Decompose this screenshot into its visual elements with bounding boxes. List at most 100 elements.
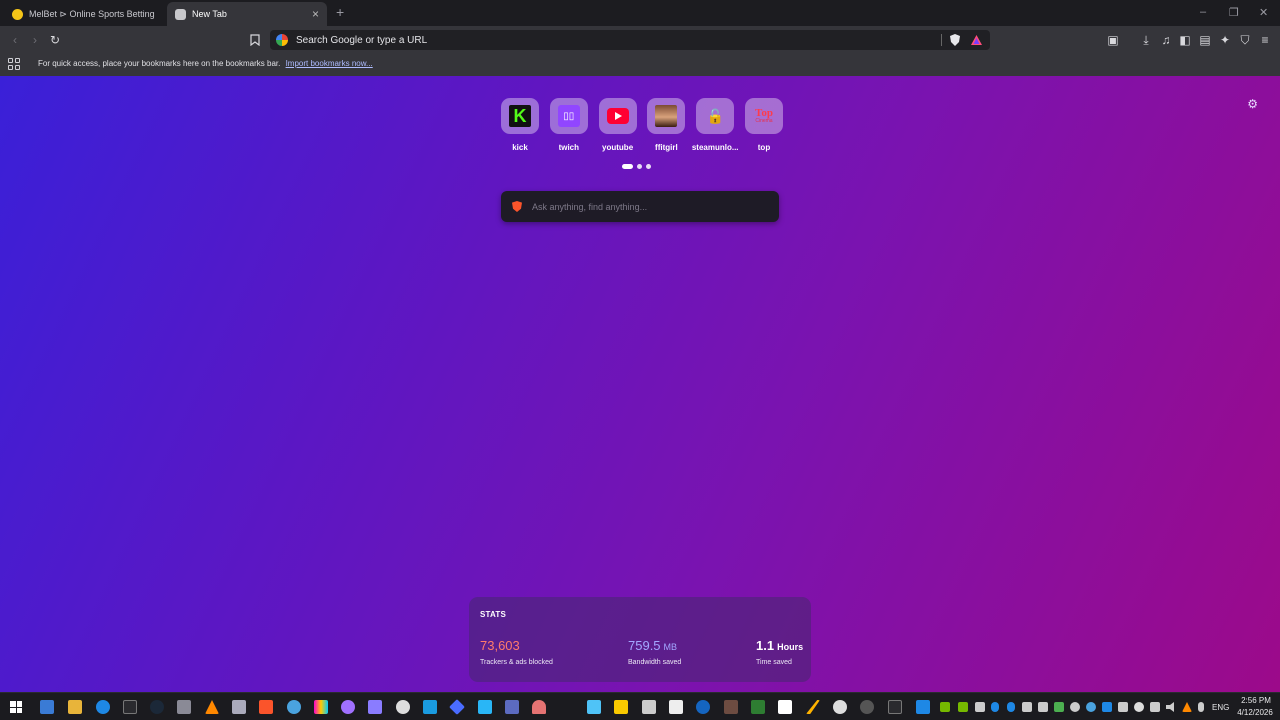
app-icon[interactable] bbox=[314, 700, 328, 714]
tab-new-tab[interactable]: New Tab × bbox=[167, 2, 327, 26]
reload-icon[interactable]: ↻ bbox=[48, 33, 62, 47]
gear-icon[interactable]: ⚙ bbox=[1247, 97, 1258, 111]
steam-icon[interactable] bbox=[150, 700, 164, 714]
leo-ai-icon[interactable]: ✦ bbox=[1218, 33, 1232, 47]
brave-browser-icon[interactable] bbox=[259, 700, 273, 714]
page-dot[interactable] bbox=[646, 164, 651, 169]
ea-icon[interactable] bbox=[696, 700, 710, 714]
gamepad-icon[interactable] bbox=[368, 700, 382, 714]
rockstar-icon[interactable] bbox=[614, 700, 628, 714]
tray-icon[interactable] bbox=[975, 702, 985, 712]
top-site-ffitgirl[interactable]: ffitgirl bbox=[643, 98, 689, 152]
app-icon[interactable] bbox=[642, 700, 656, 714]
restore-button[interactable]: ❐ bbox=[1229, 6, 1239, 19]
app-icon[interactable] bbox=[287, 700, 301, 714]
site-tile bbox=[647, 98, 686, 134]
bookmark-icon[interactable] bbox=[248, 33, 262, 47]
file-explorer-icon[interactable] bbox=[68, 700, 82, 714]
windows-start-icon[interactable] bbox=[10, 701, 22, 713]
apps-grid-icon[interactable] bbox=[8, 58, 20, 70]
back-arrow-icon[interactable]: ‹ bbox=[8, 33, 22, 47]
nvidia-tray-icon[interactable] bbox=[940, 702, 950, 712]
stat-label: Trackers & ads blocked bbox=[480, 659, 553, 666]
stat-value: 1.1 bbox=[756, 638, 775, 653]
app-icon[interactable] bbox=[478, 700, 492, 714]
page-dot[interactable] bbox=[637, 164, 642, 169]
top-site-steamunlocked[interactable]: 🔓 steamunlo... bbox=[692, 98, 739, 152]
tray-icon[interactable] bbox=[1102, 702, 1112, 712]
app-icon[interactable] bbox=[532, 700, 546, 714]
site-name: top bbox=[757, 143, 771, 152]
app-icon[interactable] bbox=[396, 700, 410, 714]
microphone-icon[interactable] bbox=[1198, 702, 1204, 712]
bluetooth-icon[interactable] bbox=[1007, 702, 1015, 712]
minimize-button[interactable]: – bbox=[1200, 6, 1206, 18]
stat-bandwidth: 759.5 MB Bandwidth saved bbox=[628, 637, 681, 667]
brave-favicon-icon bbox=[175, 8, 186, 20]
tray-icon[interactable] bbox=[1118, 702, 1128, 712]
tray-icon[interactable] bbox=[1086, 702, 1096, 712]
new-tab-button[interactable]: + bbox=[336, 4, 344, 20]
app-icon[interactable] bbox=[232, 700, 246, 714]
app-icon[interactable] bbox=[751, 700, 765, 714]
menu-icon[interactable]: ≡ bbox=[1258, 33, 1272, 47]
close-window-button[interactable]: ✕ bbox=[1259, 6, 1268, 19]
app-icon[interactable] bbox=[505, 700, 519, 714]
vlc-icon[interactable] bbox=[205, 700, 219, 714]
close-tab-icon[interactable]: × bbox=[312, 7, 319, 21]
top-site-youtube[interactable]: youtube bbox=[595, 98, 641, 152]
top-site-twitch[interactable]: ▯▯ twich bbox=[546, 98, 592, 152]
sidebar-icon[interactable]: ◧ bbox=[1178, 33, 1192, 47]
vlc-tray-icon[interactable] bbox=[1182, 702, 1192, 712]
app-icon[interactable] bbox=[806, 700, 820, 714]
downloads-icon[interactable]: ⤓ bbox=[1139, 33, 1153, 47]
clock-time[interactable]: 2:56 PM bbox=[1238, 696, 1274, 705]
app-icon[interactable] bbox=[724, 700, 738, 714]
brave-rewards-icon[interactable] bbox=[970, 33, 982, 47]
media-icon[interactable]: ♫ bbox=[1159, 33, 1173, 47]
translate-icon[interactable]: ▣ bbox=[1106, 33, 1120, 47]
app-icon[interactable] bbox=[341, 700, 355, 714]
clock-date[interactable]: 4/12/2026 bbox=[1234, 708, 1276, 717]
site-tile: K bbox=[501, 98, 539, 134]
tray-icon[interactable] bbox=[958, 702, 968, 712]
site-name: youtube bbox=[602, 143, 634, 152]
top-site-top[interactable]: Top Cinema top bbox=[741, 98, 787, 152]
language-indicator[interactable]: ENG bbox=[1212, 703, 1229, 712]
app-icon[interactable] bbox=[423, 700, 437, 714]
ask-search-box[interactable]: Ask anything, find anything... bbox=[501, 191, 779, 222]
tab-melbet[interactable]: MelBet ⊳ Online Sports Betting ⊳ Me bbox=[4, 2, 164, 26]
epic-games-icon[interactable] bbox=[123, 700, 137, 714]
epic-games-icon[interactable] bbox=[888, 700, 902, 714]
app-icon[interactable] bbox=[669, 700, 683, 714]
kick-icon: K bbox=[509, 105, 531, 127]
app-icon[interactable] bbox=[96, 700, 110, 714]
app-icon[interactable] bbox=[778, 700, 792, 714]
volume-icon[interactable] bbox=[1166, 702, 1174, 712]
network-icon[interactable] bbox=[1150, 702, 1160, 712]
tray-icon[interactable] bbox=[1070, 702, 1080, 712]
steelseries-icon[interactable] bbox=[833, 700, 847, 714]
address-bar[interactable]: Search Google or type a URL bbox=[270, 30, 990, 50]
app-icon[interactable] bbox=[860, 700, 874, 714]
app-icon[interactable] bbox=[177, 700, 191, 714]
app-icon[interactable] bbox=[916, 700, 930, 714]
brave-shields-icon[interactable] bbox=[949, 33, 961, 47]
site-tile: Top Cinema bbox=[744, 98, 783, 134]
forward-arrow-icon[interactable]: › bbox=[28, 33, 42, 47]
page-dot[interactable] bbox=[622, 164, 633, 169]
tray-icon[interactable] bbox=[1054, 702, 1064, 712]
tray-icon[interactable] bbox=[1134, 702, 1144, 712]
wallet-icon[interactable]: ▤ bbox=[1198, 33, 1212, 47]
import-bookmarks-link[interactable]: Import bookmarks now... bbox=[286, 59, 373, 68]
bluetooth-icon[interactable] bbox=[991, 702, 999, 712]
app-icon[interactable] bbox=[40, 700, 54, 714]
top-site-kick[interactable]: K kick bbox=[497, 98, 543, 152]
app-icon[interactable] bbox=[587, 700, 601, 714]
stat-unit: Hours bbox=[777, 642, 804, 652]
tray-icon[interactable] bbox=[1022, 702, 1032, 712]
app-icon[interactable] bbox=[449, 699, 465, 715]
tray-icon[interactable] bbox=[1038, 702, 1048, 712]
vpn-shield-icon[interactable]: ⛉ bbox=[1238, 33, 1252, 47]
tab-strip: MelBet ⊳ Online Sports Betting ⊳ Me New … bbox=[0, 0, 1280, 26]
